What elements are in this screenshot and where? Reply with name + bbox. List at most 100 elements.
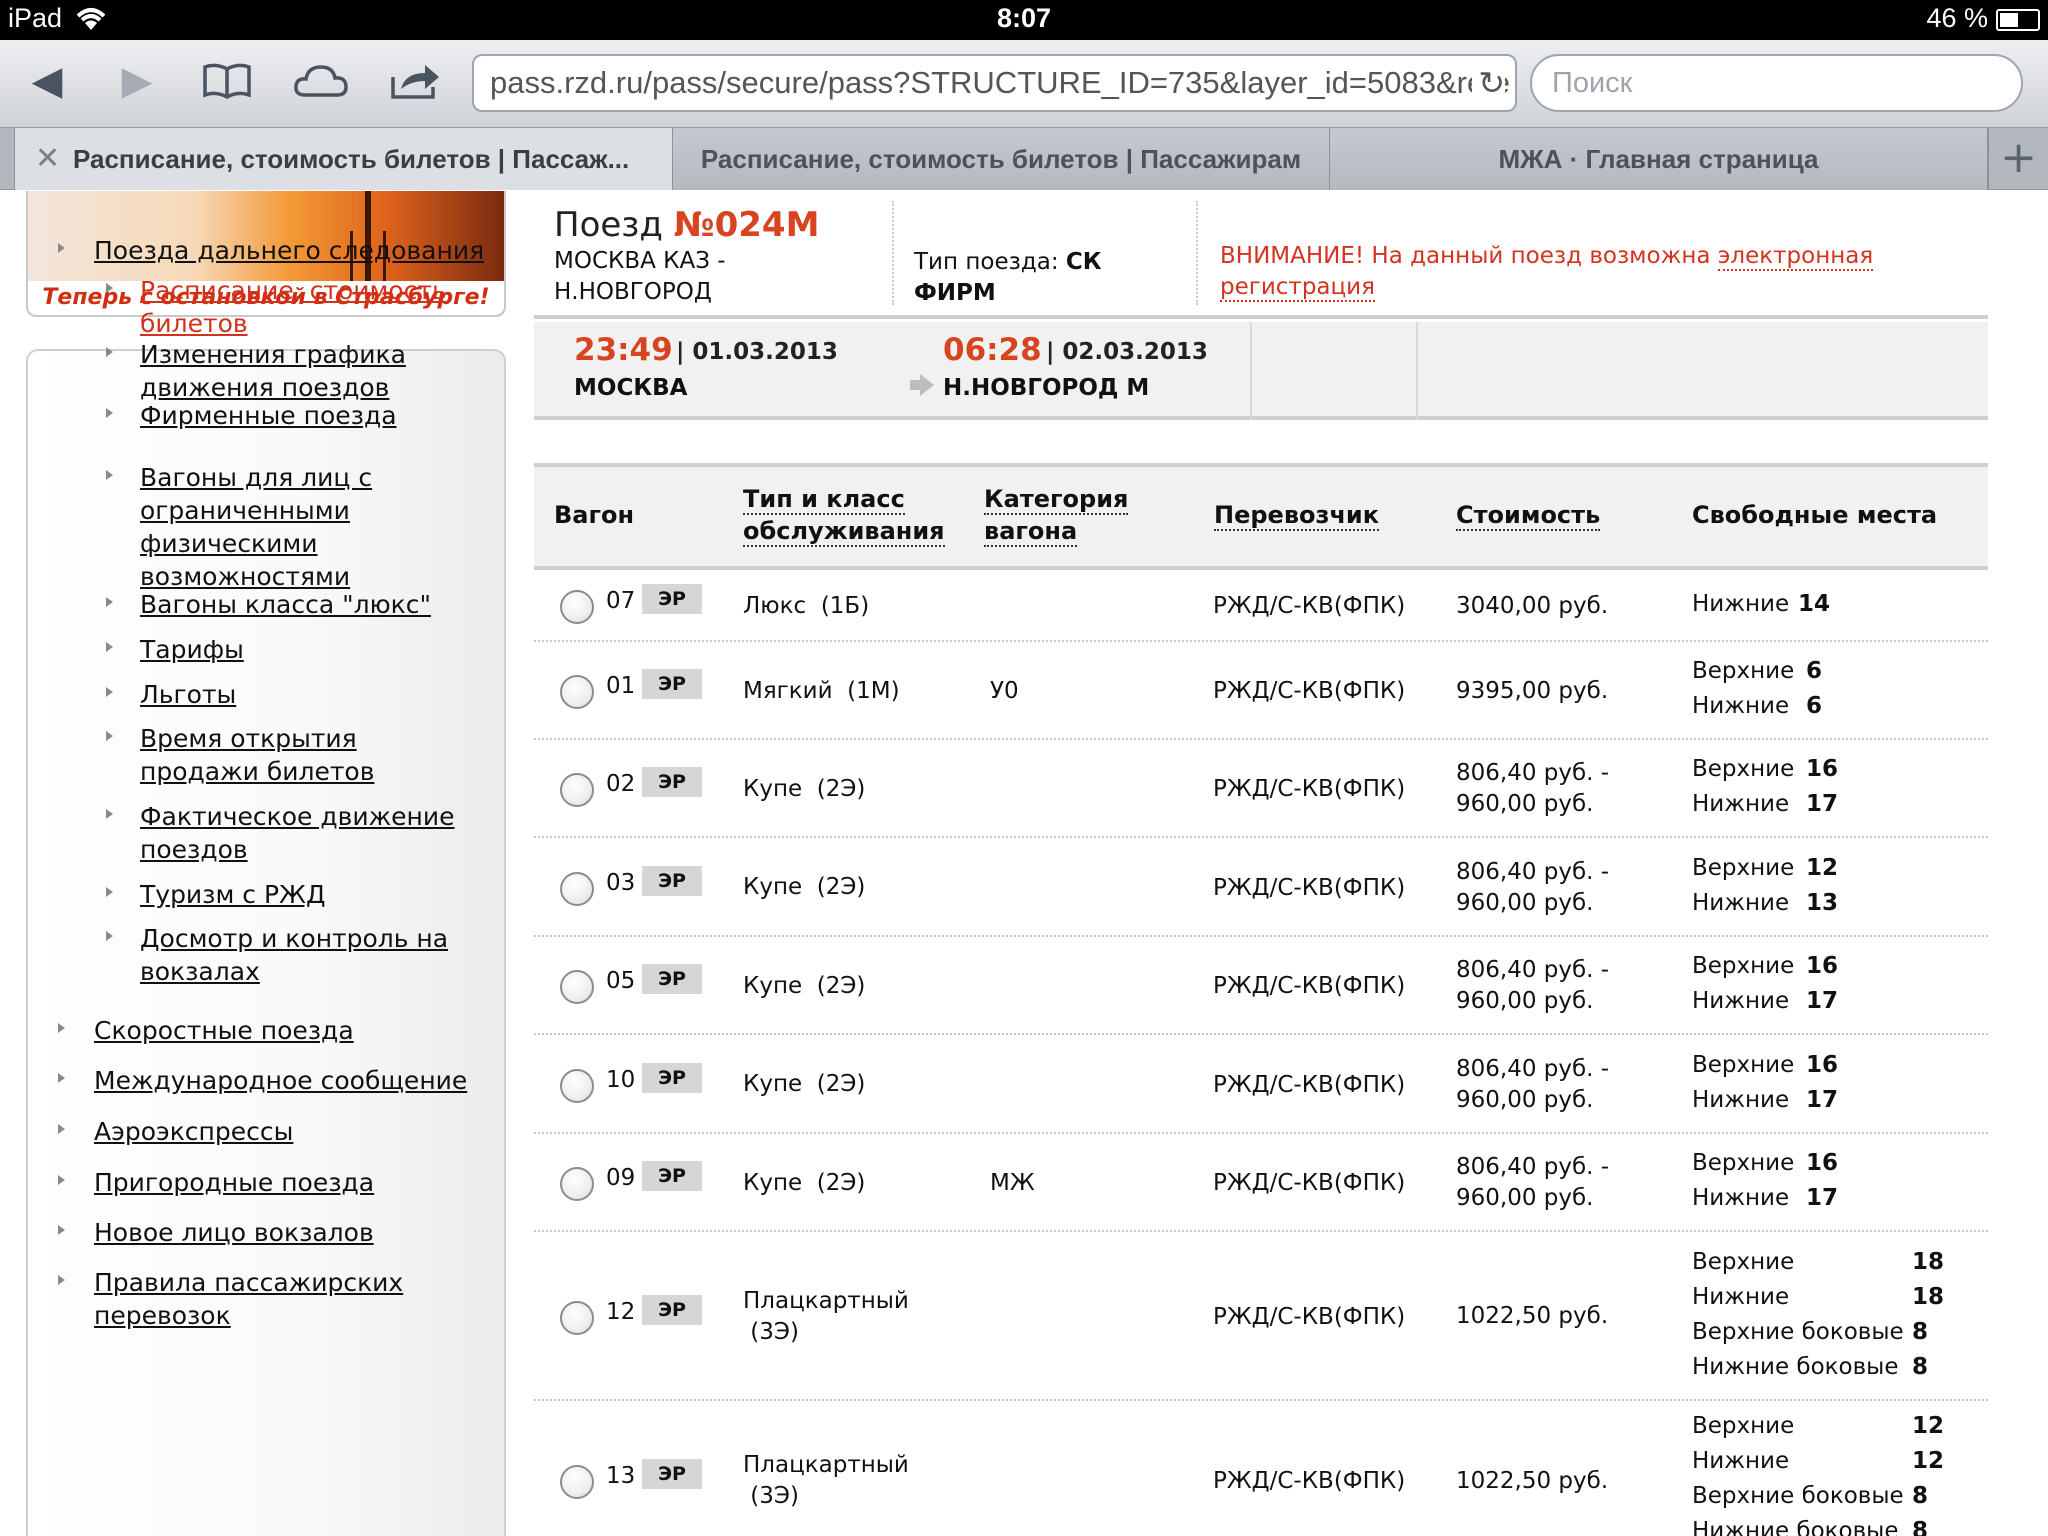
seat-line: Нижние 17 bbox=[1692, 986, 1982, 1021]
car-select-radio[interactable] bbox=[560, 1300, 594, 1335]
e-registration-link[interactable]: электронная bbox=[1717, 243, 1874, 271]
sidebar-item[interactable]: Фирменные поезда bbox=[140, 399, 470, 432]
route-line-2: Н.НОВГОРОД bbox=[554, 279, 712, 305]
bullet-icon bbox=[58, 1073, 65, 1083]
arrival-station: Н.НОВГОРОД М bbox=[943, 375, 1150, 401]
sidebar-item[interactable]: Фактическое движение поездов bbox=[140, 800, 470, 866]
price: 806,40 руб. - 960,00 руб. bbox=[1456, 1154, 1610, 1211]
seat-count: 8 bbox=[1912, 1483, 1929, 1509]
sidebar-item[interactable]: Правила пассажирских перевозок bbox=[94, 1266, 514, 1332]
sidebar-item[interactable]: Пригородные поезда bbox=[94, 1166, 514, 1199]
car-select-radio[interactable] bbox=[560, 1068, 594, 1103]
train-title-prefix: Поезд bbox=[554, 205, 663, 245]
col-carrier[interactable]: Перевозчик bbox=[1214, 499, 1380, 531]
divider bbox=[892, 201, 894, 305]
seat-count: 16 bbox=[1806, 1150, 1839, 1176]
car-select-radio[interactable] bbox=[560, 773, 594, 807]
carrier: РЖД/С-КВ(ФПК) bbox=[1213, 973, 1406, 999]
table-row[interactable]: 01 ЭР Мягкий (1М) У0 РЖД/С-КВ(ФПК) 9395,00 ру… bbox=[534, 642, 1988, 740]
car-select-radio[interactable] bbox=[560, 970, 594, 1004]
sidebar-item[interactable]: Время открытия продажи билетов bbox=[140, 722, 470, 788]
table-row[interactable]: 03 ЭР Купе (2Э) РЖД/С-КВ(ФПК) 806,40 руб. - … bbox=[534, 838, 1988, 937]
train-type-label: Тип поезда: bbox=[914, 249, 1059, 275]
seat-count: 6 bbox=[1806, 693, 1823, 719]
url-text: pass.rzd.ru/pass/secure/pass?STRUCTURE_I… bbox=[490, 65, 1511, 100]
close-tab-icon[interactable]: ✕ bbox=[35, 128, 60, 190]
table-row[interactable]: 07 ЭР Люкс (1Б) РЖД/С-КВ(ФПК) 3040,00 руб. Ни… bbox=[534, 570, 1988, 642]
sidebar-item[interactable]: Досмотр и контроль на вокзалах bbox=[140, 922, 470, 988]
share-icon[interactable] bbox=[384, 54, 446, 108]
tab-2[interactable]: Расписание, стоимость билетов | Пассажир… bbox=[673, 128, 1330, 190]
price: 806,40 руб. - 960,00 руб. bbox=[1456, 1055, 1610, 1113]
bullet-icon bbox=[106, 470, 113, 480]
sidebar-item[interactable]: Поезда дальнего следования bbox=[94, 234, 514, 267]
sidebar-item[interactable]: Аэроэкспрессы bbox=[94, 1115, 514, 1148]
seat-line: Верхние боковые 8 bbox=[1692, 1481, 1982, 1516]
seat-count: 12 bbox=[1912, 1448, 1945, 1474]
seat-label: Верхние bbox=[1692, 854, 1795, 881]
car-select-radio[interactable] bbox=[560, 1167, 594, 1201]
car-select-radio[interactable] bbox=[560, 590, 594, 624]
col-category[interactable]: Категория вагона bbox=[984, 483, 1129, 547]
carrier: РЖД/С-КВ(ФПК) bbox=[1213, 593, 1406, 619]
icloud-tabs-icon[interactable] bbox=[290, 54, 352, 108]
sidebar-item[interactable]: Изменения графика движения поездов bbox=[140, 338, 470, 404]
table-row[interactable]: 10 ЭР Купе (2Э) РЖД/С-КВ(ФПК) 806,40 руб. - … bbox=[534, 1035, 1988, 1134]
car-select-radio[interactable] bbox=[560, 871, 594, 906]
bullet-icon bbox=[58, 1023, 65, 1033]
free-seats: Нижние 14 bbox=[1692, 589, 1982, 624]
table-row[interactable]: 09 ЭР Купе (2Э) МЖ РЖД/С-КВ(ФПК) 806,40 руб. … bbox=[534, 1134, 1988, 1232]
col-price[interactable]: Стоимость bbox=[1456, 499, 1601, 531]
sidebar-item[interactable]: Скоростные поезда bbox=[94, 1014, 514, 1047]
seat-count: 12 bbox=[1806, 854, 1839, 881]
carrier: РЖД/С-КВ(ФПК) bbox=[1213, 874, 1406, 901]
e-registration-badge: ЭР bbox=[642, 1062, 702, 1093]
bullet-icon bbox=[58, 1225, 65, 1235]
car-type: Плацкартный (3Э) bbox=[743, 1452, 909, 1509]
back-icon[interactable]: ◀ bbox=[16, 54, 78, 108]
e-registration-link-2[interactable]: регистрация bbox=[1220, 274, 1375, 302]
table-row[interactable]: 12 ЭР Плацкартный (3Э) РЖД/С-КВ(ФПК) 1022,50… bbox=[534, 1232, 1988, 1401]
registration-warning: ВНИМАНИЕ! На данный поезд возможна элект… bbox=[1220, 241, 1920, 303]
battery-icon bbox=[1996, 9, 2040, 31]
tab-3[interactable]: МЖА · Главная страница bbox=[1330, 128, 1988, 190]
url-field[interactable]: pass.rzd.ru/pass/secure/pass?STRUCTURE_I… bbox=[472, 54, 1517, 112]
seat-line: Верхние 16 bbox=[1692, 1148, 1982, 1183]
car-number: 05 bbox=[606, 968, 636, 994]
seat-line: Нижние 14 bbox=[1692, 589, 1982, 624]
sidebar-item[interactable]: Тарифы bbox=[140, 633, 470, 666]
sidebar-item[interactable]: Новое лицо вокзалов bbox=[94, 1216, 514, 1249]
seat-label: Верхние боковые bbox=[1692, 1483, 1904, 1509]
table-row[interactable]: 02 ЭР Купе (2Э) РЖД/С-КВ(ФПК) 806,40 руб. - … bbox=[534, 740, 1988, 838]
bookmarks-icon[interactable] bbox=[196, 54, 258, 108]
sidebar-item[interactable]: Туризм с РЖД bbox=[140, 878, 470, 911]
table-header: Вагон Тип и класс обслуживания Категория в… bbox=[534, 463, 1988, 570]
seat-count: 8 bbox=[1912, 1518, 1929, 1536]
table-row[interactable]: 13 ЭР Плацкартный (3Э) РЖД/С-КВ(ФПК) 1022,50… bbox=[534, 1401, 1988, 1536]
train-type: Тип поезда: СК bbox=[914, 247, 1102, 278]
reload-icon[interactable]: ↻ bbox=[1472, 56, 1505, 110]
sidebar-item[interactable]: Международное сообщение bbox=[94, 1064, 514, 1097]
table-row[interactable]: 05 ЭР Купе (2Э) РЖД/С-КВ(ФПК) 806,40 руб. - … bbox=[534, 937, 1988, 1035]
seat-label: Верхние bbox=[1692, 1150, 1795, 1176]
seat-count: 8 bbox=[1912, 1353, 1929, 1380]
search-input[interactable]: Поиск bbox=[1530, 54, 2023, 112]
car-select-radio[interactable] bbox=[560, 1465, 594, 1499]
sidebar-item[interactable]: Вагоны для лиц с ограниченными физически… bbox=[140, 461, 470, 593]
tab-1[interactable]: ✕ Расписание, стоимость билетов | Пассаж… bbox=[14, 128, 673, 190]
bullet-icon bbox=[106, 347, 113, 357]
sidebar-item[interactable]: Льготы bbox=[140, 678, 470, 711]
arrival-time: 06:28 bbox=[943, 332, 1042, 368]
forward-icon[interactable]: ▶ bbox=[106, 54, 168, 108]
seat-label: Верхние bbox=[1692, 1248, 1795, 1275]
seat-label: Нижние боковые bbox=[1692, 1518, 1899, 1536]
carrier: РЖД/С-КВ(ФПК) bbox=[1213, 1468, 1406, 1494]
new-tab-icon[interactable]: + bbox=[1988, 128, 2048, 190]
sidebar-item[interactable]: Расписание, стоимость билетов bbox=[140, 274, 470, 340]
car-category: У0 bbox=[990, 678, 1019, 704]
seat-line: Нижние 18 bbox=[1692, 1282, 1982, 1317]
car-select-radio[interactable] bbox=[560, 675, 594, 709]
sidebar-item[interactable]: Вагоны класса "люкс" bbox=[140, 588, 470, 621]
seat-count: 8 bbox=[1912, 1318, 1929, 1345]
col-type-class[interactable]: Тип и класс обслуживания bbox=[743, 483, 945, 547]
